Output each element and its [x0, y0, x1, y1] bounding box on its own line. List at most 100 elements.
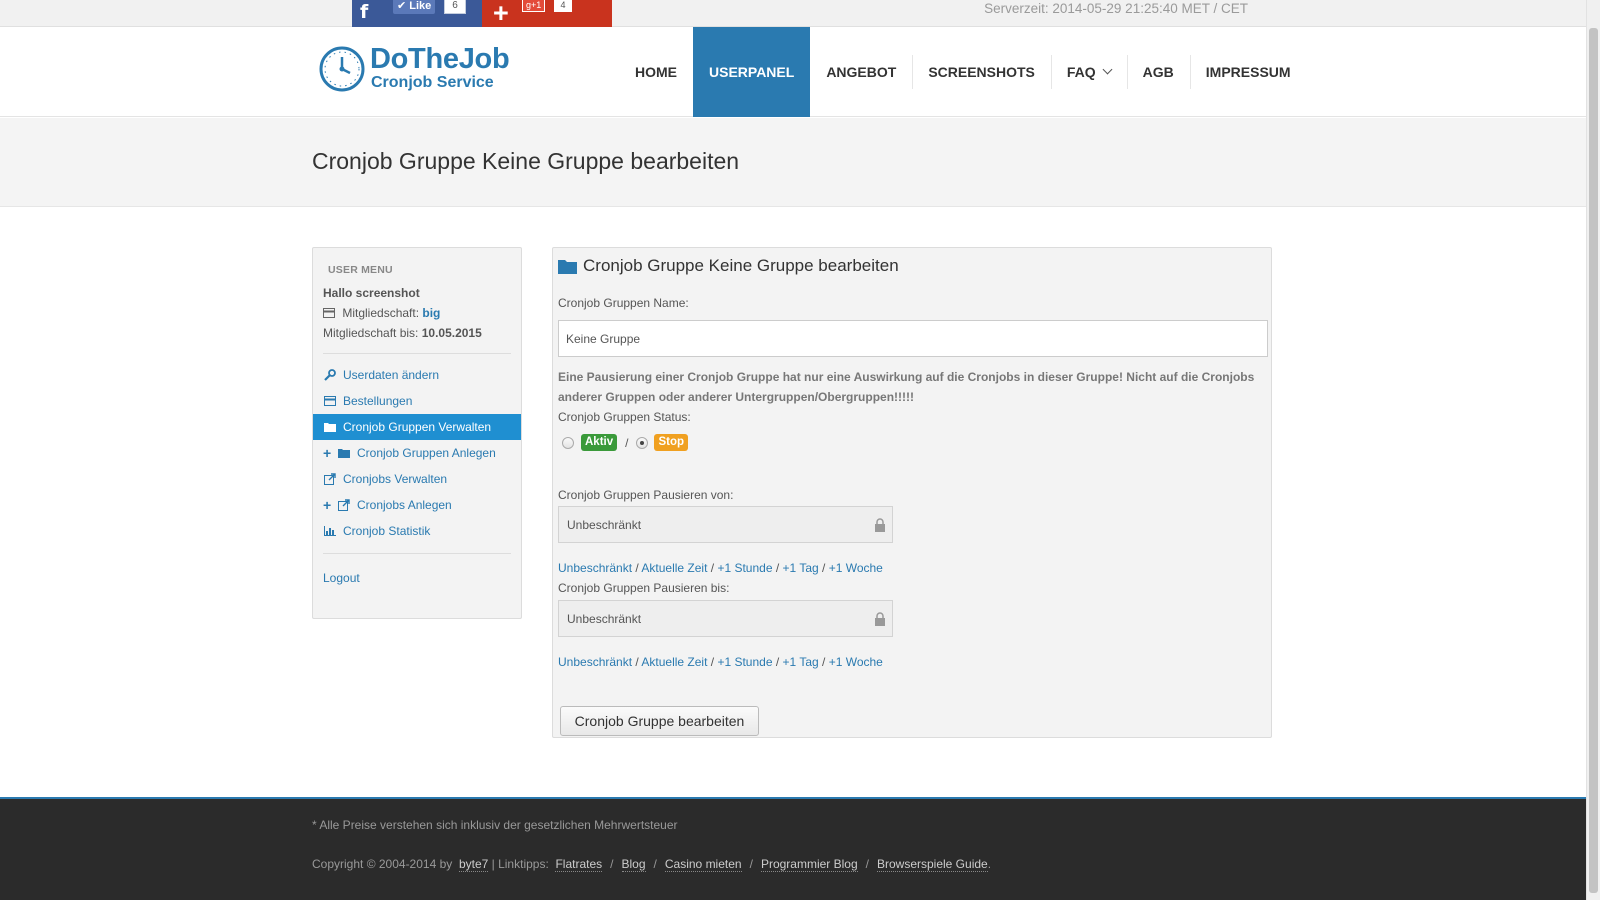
sidebar-item-bestellungen[interactable]: Bestellungen	[313, 388, 521, 414]
footer-link-flatrates[interactable]: Flatrates	[555, 857, 603, 872]
quick-plus-tag-link[interactable]: +1 Tag	[783, 561, 819, 575]
nav-faq-label: FAQ	[1066, 64, 1096, 80]
sidebar-item-userdaten[interactable]: Userdaten ändern	[313, 362, 521, 388]
nav-home-label: HOME	[635, 64, 677, 80]
status-options: Aktiv / Stop	[562, 434, 689, 451]
clock-icon	[319, 46, 365, 92]
footer-link-browserspiele[interactable]: Browserspiele Guide	[876, 857, 988, 872]
pause-warning: Eine Pausierung einer Cronjob Gruppe hat…	[558, 370, 1255, 404]
quick-plus-woche-link[interactable]: +1 Woche	[829, 561, 883, 575]
pause-until-quick-links: Unbeschränkt / Aktuelle Zeit / +1 Stunde…	[558, 655, 883, 669]
footer-link-programmier-blog[interactable]: Programmier Blog	[760, 857, 858, 872]
nav-angebot[interactable]: ANGEBOT	[810, 27, 912, 117]
vat-note: * Alle Preise verstehen sich inklusiv de…	[312, 818, 678, 832]
status-label: Cronjob Gruppen Status:	[558, 410, 691, 424]
membership-until-label: Mitgliedschaft bis:	[323, 326, 419, 340]
copyright-line: Copyright © 2004-2014 by byte7 | Linktip…	[312, 857, 992, 872]
status-aktiv-radio[interactable]	[562, 436, 574, 449]
quick-unbeschraenkt-link[interactable]: Unbeschränkt	[558, 561, 632, 575]
submit-edit-group-button[interactable]: Cronjob Gruppe bearbeiten	[560, 706, 759, 736]
facebook-like-button[interactable]: ✔ Like	[393, 0, 436, 14]
logo-subtitle: Cronjob Service	[371, 74, 494, 91]
pause-from-label: Cronjob Gruppen Pausieren von:	[558, 488, 734, 502]
pause-until-field[interactable]: Unbeschränkt	[558, 600, 893, 637]
site-header: DoTheJob Cronjob Service HOME USERPANEL …	[0, 27, 1586, 117]
sidebar-item-cronjobs-anlegen[interactable]: + Cronjobs Anlegen	[313, 492, 521, 518]
nav-agb[interactable]: AGB	[1126, 27, 1190, 117]
facebook-like-widget[interactable]: f ✔ Like 6	[352, 0, 482, 27]
quick-aktuelle-zeit-link[interactable]: Aktuelle Zeit	[641, 561, 707, 575]
scrollbar-thumb[interactable]	[1589, 28, 1598, 893]
quick-plus-woche-link[interactable]: +1 Woche	[829, 655, 883, 669]
quick-aktuelle-zeit-link[interactable]: Aktuelle Zeit	[641, 655, 707, 669]
logo-title: DoTheJob	[370, 43, 510, 75]
nav-impressum-label: IMPRESSUM	[1205, 64, 1291, 80]
server-time: Serverzeit: 2014-05-29 21:25:40 MET / CE…	[984, 1, 1248, 16]
nav-screenshots[interactable]: SCREENSHOTS	[912, 27, 1051, 117]
panel-title-text: Cronjob Gruppe Keine Gruppe bearbeiten	[583, 256, 899, 275]
quick-plus-tag-link[interactable]: +1 Tag	[783, 655, 819, 669]
nav-impressum[interactable]: IMPRESSUM	[1189, 27, 1307, 117]
divider	[323, 553, 511, 554]
folder-icon	[558, 259, 577, 274]
user-menu-sidebar: USER MENU Hallo screenshot Mitgliedschaf…	[312, 247, 522, 619]
sidebar-item-gruppen-verwalten[interactable]: Cronjob Gruppen Verwalten	[313, 414, 521, 440]
external-link-icon	[323, 473, 337, 485]
card-icon	[323, 308, 335, 318]
sidebar-item-label: Cronjob Gruppen Verwalten	[343, 420, 492, 434]
footer-link-casino[interactable]: Casino mieten	[664, 857, 742, 872]
group-name-label: Cronjob Gruppen Name:	[558, 296, 689, 310]
nav-userpanel-label: USERPANEL	[709, 64, 795, 80]
pause-from-field[interactable]: Unbeschränkt	[558, 506, 893, 543]
author-link[interactable]: byte7	[458, 857, 489, 872]
membership-value: big	[422, 306, 441, 320]
group-name-input[interactable]	[558, 320, 1268, 357]
pause-until-value: Unbeschränkt	[567, 611, 642, 626]
sidebar-item-gruppen-anlegen[interactable]: + Cronjob Gruppen Anlegen	[313, 440, 521, 466]
quick-plus-stunde-link[interactable]: +1 Stunde	[717, 655, 772, 669]
google-plus-one-button[interactable]: g+1	[522, 0, 546, 12]
sidebar-item-label: Bestellungen	[343, 394, 413, 408]
sidebar-item-label: Cronjob Gruppen Anlegen	[357, 446, 496, 460]
quick-unbeschraenkt-link[interactable]: Unbeschränkt	[558, 655, 632, 669]
lock-icon	[875, 518, 885, 532]
sidebar-item-label: Cronjobs Anlegen	[357, 498, 452, 512]
sidebar-item-label: Userdaten ändern	[343, 368, 440, 382]
sidebar-item-label: Cronjob Statistik	[343, 524, 431, 538]
google-plus-count: 4	[554, 0, 572, 12]
logout-link[interactable]: Logout	[323, 571, 360, 585]
divider	[323, 353, 511, 354]
title-band: Cronjob Gruppe Keine Gruppe bearbeiten	[0, 118, 1586, 207]
sidebar-item-label: Cronjobs Verwalten	[343, 472, 448, 486]
plus-icon: +	[323, 445, 332, 461]
status-aktiv-badge: Aktiv	[581, 434, 618, 451]
nav-faq[interactable]: FAQ	[1050, 27, 1127, 117]
google-plus-widget[interactable]: + g+1 4	[482, 0, 612, 28]
bar-chart-icon	[323, 525, 337, 537]
pause-until-label: Cronjob Gruppen Pausieren bis:	[558, 581, 730, 595]
status-stop-radio[interactable]	[636, 436, 649, 449]
page-title: Cronjob Gruppe Keine Gruppe bearbeiten	[312, 148, 740, 174]
footer-end: .	[987, 857, 992, 871]
quick-plus-stunde-link[interactable]: +1 Stunde	[717, 561, 772, 575]
wrench-icon	[323, 369, 337, 381]
user-greeting: Hallo screenshot	[323, 286, 420, 300]
membership-until-line: Mitgliedschaft bis: 10.05.2015	[323, 326, 482, 340]
google-plus-icon: +	[493, 0, 509, 28]
membership-until-value: 10.05.2015	[421, 326, 482, 340]
folder-icon	[337, 447, 351, 459]
site-footer: * Alle Preise verstehen sich inklusiv de…	[0, 797, 1586, 900]
lock-icon	[875, 612, 885, 626]
site-logo[interactable]: DoTheJob Cronjob Service	[318, 43, 533, 103]
membership-label: Mitgliedschaft:	[342, 306, 420, 320]
sidebar-item-cronjobs-verwalten[interactable]: Cronjobs Verwalten	[313, 466, 521, 492]
sidebar-item-statistik[interactable]: Cronjob Statistik	[313, 518, 521, 544]
edit-group-panel: Cronjob Gruppe Keine Gruppe bearbeiten C…	[552, 247, 1272, 738]
status-stop-badge: Stop	[654, 434, 689, 451]
footer-link-blog[interactable]: Blog	[621, 857, 646, 872]
folder-icon	[323, 421, 337, 433]
nav-userpanel[interactable]: USERPANEL	[693, 27, 811, 117]
nav-home[interactable]: HOME	[619, 27, 693, 117]
plus-icon: +	[323, 497, 332, 513]
page-scrollbar[interactable]	[1586, 0, 1600, 900]
